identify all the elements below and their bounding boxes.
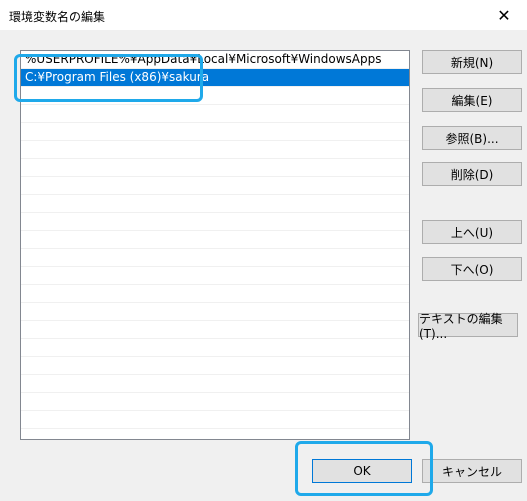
list-item[interactable] — [21, 195, 409, 213]
list-item[interactable] — [21, 177, 409, 195]
path-list[interactable]: %USERPROFILE%¥AppData¥Local¥Microsoft¥Wi… — [20, 50, 410, 440]
list-item[interactable] — [21, 357, 409, 375]
edit-text-button[interactable]: テキストの編集(T)... — [418, 312, 518, 341]
list-item[interactable] — [21, 87, 409, 105]
list-item[interactable] — [21, 339, 409, 357]
list-item[interactable] — [21, 213, 409, 231]
move-up-button[interactable]: 上へ(U) — [422, 220, 522, 244]
list-item[interactable] — [21, 429, 409, 439]
list-item[interactable] — [21, 393, 409, 411]
list-item[interactable] — [21, 105, 409, 123]
list-item[interactable] — [21, 141, 409, 159]
delete-button[interactable]: 削除(D) — [422, 162, 522, 186]
edit-button[interactable]: 編集(E) — [422, 88, 522, 112]
list-item[interactable] — [21, 267, 409, 285]
list-item[interactable] — [21, 231, 409, 249]
list-item[interactable]: %USERPROFILE%¥AppData¥Local¥Microsoft¥Wi… — [21, 51, 409, 69]
list-item[interactable] — [21, 285, 409, 303]
ok-button[interactable]: OK — [312, 459, 412, 483]
browse-button[interactable]: 参照(B)... — [422, 126, 522, 150]
list-item[interactable] — [21, 123, 409, 141]
close-icon: ✕ — [497, 5, 511, 25]
list-item[interactable] — [21, 321, 409, 339]
list-item[interactable] — [21, 375, 409, 393]
list-item-selected[interactable]: C:¥Program Files (x86)¥sakura — [21, 69, 409, 87]
list-item[interactable] — [21, 411, 409, 429]
list-item[interactable] — [21, 159, 409, 177]
move-down-button[interactable]: 下へ(O) — [422, 257, 522, 281]
close-button[interactable]: ✕ — [481, 0, 527, 30]
dialog-title: 環境変数名の編集 — [9, 10, 106, 24]
edit-env-var-dialog: 環境変数名の編集 ✕ %USERPROFILE%¥AppData¥Local¥M… — [0, 0, 527, 501]
new-button[interactable]: 新規(N) — [422, 50, 522, 74]
title-bar: 環境変数名の編集 ✕ — [0, 0, 527, 30]
cancel-button[interactable]: キャンセル — [422, 459, 522, 483]
list-item[interactable] — [21, 303, 409, 321]
list-item[interactable] — [21, 249, 409, 267]
